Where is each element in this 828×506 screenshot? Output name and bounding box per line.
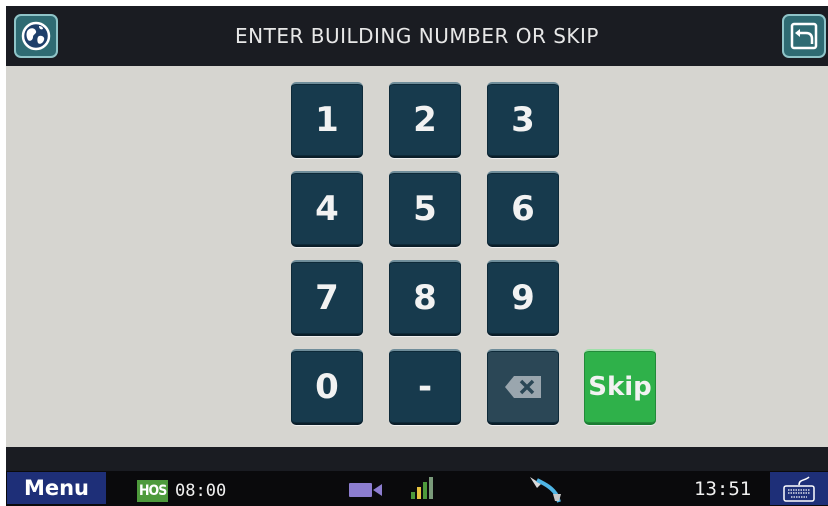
back-icon [790, 22, 818, 50]
separator-bar [6, 447, 828, 471]
clock: 13:51 [694, 478, 752, 500]
key-2[interactable]: 2 [389, 82, 461, 158]
hos-badge: HOS [137, 480, 169, 502]
key-3[interactable]: 3 [487, 82, 559, 158]
key-0[interactable]: 0 [291, 349, 363, 425]
app-screen: ENTER BUILDING NUMBER OR SKIP 1 2 3 4 5 … [6, 6, 828, 506]
key-4[interactable]: 4 [291, 171, 363, 247]
keyboard-button[interactable] [770, 472, 828, 505]
keyboard-icon [783, 475, 815, 502]
key-dash[interactable]: - [389, 349, 461, 425]
menu-button[interactable]: Menu [7, 472, 106, 504]
key-7[interactable]: 7 [291, 260, 363, 336]
page-title: ENTER BUILDING NUMBER OR SKIP [235, 24, 599, 48]
key-8[interactable]: 8 [389, 260, 461, 336]
backspace-button[interactable] [487, 349, 559, 425]
key-6[interactable]: 6 [487, 171, 559, 247]
header-bar: ENTER BUILDING NUMBER OR SKIP [6, 6, 828, 66]
key-5[interactable]: 5 [389, 171, 461, 247]
network-cable-icon [530, 477, 561, 503]
status-bar: Menu HOS 08:00 13:51 [6, 471, 828, 506]
skip-button[interactable]: Skip [584, 349, 656, 425]
backspace-icon [505, 376, 541, 398]
back-button[interactable] [782, 14, 826, 58]
hos-time: 08:00 [175, 481, 227, 501]
key-9[interactable]: 9 [487, 260, 559, 336]
signal-icon [411, 477, 433, 499]
key-1[interactable]: 1 [291, 82, 363, 158]
camera-icon [349, 483, 382, 497]
